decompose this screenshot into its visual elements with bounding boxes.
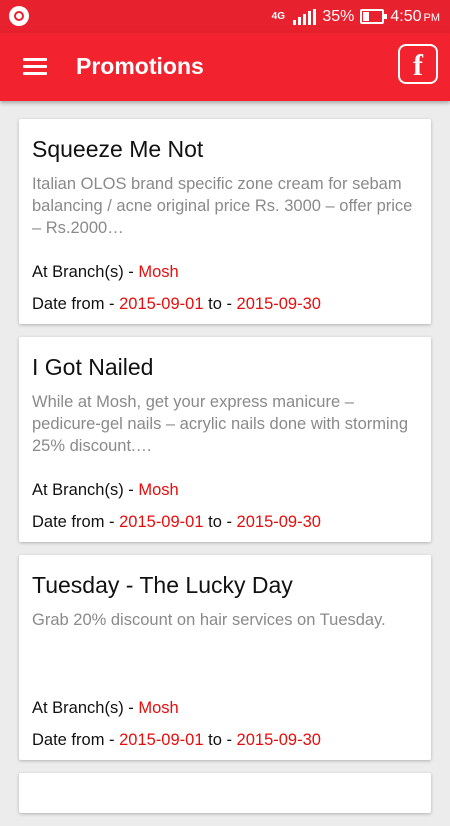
network-type: 4G xyxy=(271,10,285,22)
promotion-dates: Date from - 2015-09-01 to - 2015-09-30 xyxy=(32,293,418,315)
promotion-title: Tuesday - The Lucky Day xyxy=(32,572,293,598)
promotions-list: Squeeze Me Not Italian OLOS brand specif… xyxy=(19,119,431,826)
facebook-icon[interactable]: f xyxy=(398,44,438,84)
date-from-value: 2015-09-01 xyxy=(119,295,204,313)
date-from-label: Date from - xyxy=(32,513,120,531)
promotion-description: Grab 20% discount on hair services on Tu… xyxy=(32,611,386,629)
page-title: Promotions xyxy=(76,53,204,79)
branch-label: At Branch(s) - xyxy=(32,699,139,717)
promotion-dates: Date from - 2015-09-01 to - 2015-09-30 xyxy=(32,511,418,533)
date-to-value: 2015-09-30 xyxy=(236,295,321,313)
promotion-card[interactable]: Tuesday - The Lucky Day Grab 20% discoun… xyxy=(19,555,431,760)
promotion-card[interactable]: I Got Nailed While at Mosh, get your exp… xyxy=(19,337,431,542)
app-bar: Promotions f xyxy=(0,33,450,101)
branch-value: Mosh xyxy=(138,481,179,499)
branch-value: Mosh xyxy=(138,263,179,281)
date-to-value: 2015-09-30 xyxy=(236,513,321,531)
promotion-card[interactable] xyxy=(19,773,431,813)
promotion-title: I Got Nailed xyxy=(32,354,154,380)
promotion-description: Italian OLOS brand specific zone cream f… xyxy=(32,175,413,237)
date-from-label: Date from - xyxy=(32,731,120,749)
menu-icon[interactable] xyxy=(23,58,47,76)
branch-value: Mosh xyxy=(138,699,179,717)
status-indicators: 4G 35% 4:50 PM xyxy=(269,0,440,33)
promotion-branch: At Branch(s) - Mosh xyxy=(32,697,418,719)
date-to-label: to - xyxy=(208,513,237,531)
date-to-label: to - xyxy=(208,731,237,749)
date-from-value: 2015-09-01 xyxy=(119,513,204,531)
date-to-value: 2015-09-30 xyxy=(236,731,321,749)
promotion-branch: At Branch(s) - Mosh xyxy=(32,479,418,501)
signal-icon xyxy=(293,8,317,25)
clock-ampm: PM xyxy=(423,11,441,24)
status-bar: 4G 35% 4:50 PM xyxy=(0,0,450,33)
date-from-label: Date from - xyxy=(32,295,120,313)
status-time: 4:50 PM xyxy=(390,8,440,26)
app-notification-icon xyxy=(9,6,29,26)
battery-icon xyxy=(360,9,388,24)
promotion-title: Squeeze Me Not xyxy=(32,136,204,162)
date-to-label: to - xyxy=(208,295,237,313)
date-from-value: 2015-09-01 xyxy=(119,731,204,749)
promotion-branch: At Branch(s) - Mosh xyxy=(32,261,418,283)
promotion-card[interactable]: Squeeze Me Not Italian OLOS brand specif… xyxy=(19,119,431,324)
promotion-description: While at Mosh, get your express manicure… xyxy=(32,393,409,455)
branch-label: At Branch(s) - xyxy=(32,481,139,499)
branch-label: At Branch(s) - xyxy=(32,263,139,281)
battery-percent: 35% xyxy=(322,7,355,25)
promotion-dates: Date from - 2015-09-01 to - 2015-09-30 xyxy=(32,729,418,751)
clock-time: 4:50 xyxy=(390,7,422,25)
